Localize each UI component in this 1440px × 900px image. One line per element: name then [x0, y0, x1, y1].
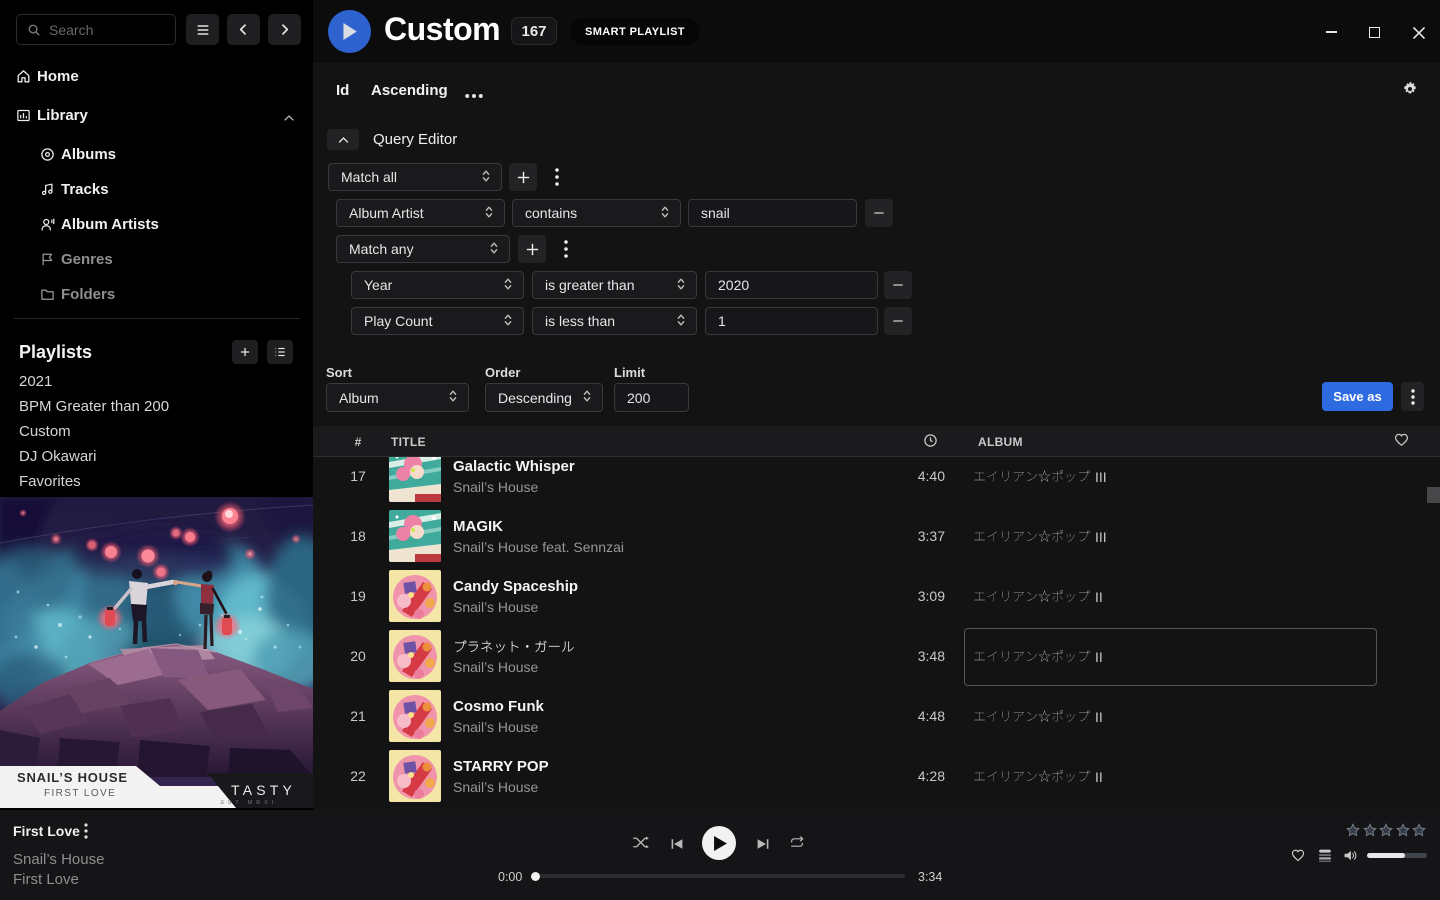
svg-text:SNAIL’S HOUSE: SNAIL’S HOUSE [17, 770, 128, 785]
svg-text:ƎST.MRXI: ƎST.MRXI [220, 800, 277, 806]
svg-text:FIRST LOVE: FIRST LOVE [44, 788, 116, 799]
svg-text:TASTY: TASTY [231, 782, 296, 798]
